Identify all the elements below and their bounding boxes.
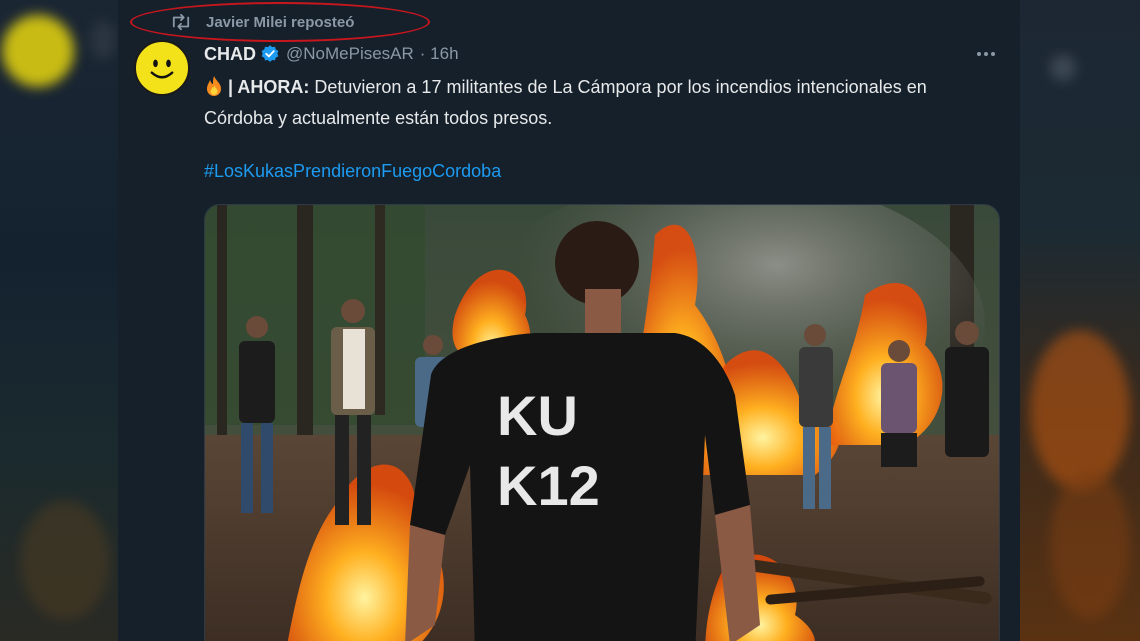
- author-display-name[interactable]: CHAD: [204, 44, 256, 65]
- tweet-header: CHAD @NoMePisesAR · 16h: [204, 42, 459, 66]
- tweet-timestamp[interactable]: · 16h: [420, 44, 459, 64]
- verified-badge-icon: [261, 45, 279, 62]
- repost-label[interactable]: Javier Milei reposteó: [206, 14, 354, 31]
- shirt-text-line2: K12: [497, 454, 600, 517]
- author-handle[interactable]: @NoMePisesAR: [286, 44, 414, 64]
- hashtag-link[interactable]: #LosKukasPrendieronFuegoCordoba: [204, 161, 501, 182]
- blurred-avatar: [2, 15, 74, 87]
- more-options-icon[interactable]: [974, 44, 998, 64]
- avatar[interactable]: [134, 40, 190, 96]
- repost-icon: [172, 13, 190, 31]
- blurred-shape: [1050, 55, 1076, 81]
- tweet-media-image[interactable]: KU K12: [204, 204, 1000, 641]
- blurred-shape: [90, 20, 116, 60]
- shirt-text-line1: KU: [497, 384, 578, 447]
- tweet-lead: | AHORA:: [228, 77, 310, 97]
- blurred-shape: [20, 500, 110, 620]
- tweet-body: Detuvieron a 17 militantes de La Cámpora…: [204, 77, 927, 128]
- tweet-text: | AHORA: Detuvieron a 17 militantes de L…: [204, 72, 984, 134]
- fire-scene-illustration: KU K12: [205, 205, 999, 641]
- repost-context[interactable]: Javier Milei reposteó: [170, 12, 354, 32]
- tweet-card[interactable]: Javier Milei reposteó CHAD @NoMePisesAR …: [118, 0, 1020, 641]
- blurred-fire: [1050, 470, 1130, 620]
- blurred-fire: [1030, 330, 1130, 490]
- right-backdrop: [1020, 0, 1140, 641]
- left-backdrop: [0, 0, 118, 641]
- fire-emoji-icon: [207, 76, 221, 96]
